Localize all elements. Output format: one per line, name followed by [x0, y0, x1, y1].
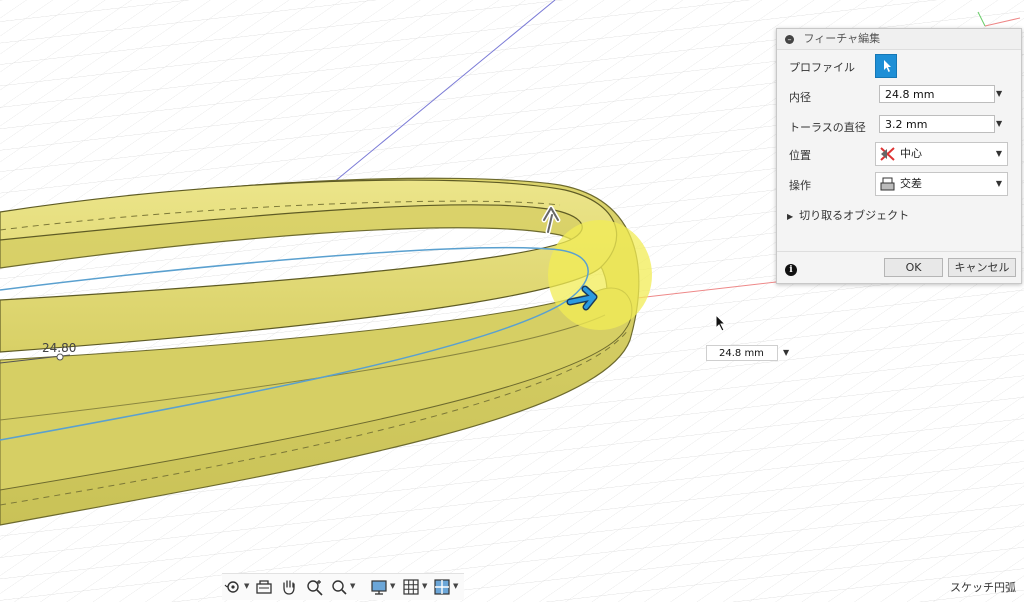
position-select[interactable]: 中心 ▼: [875, 142, 1008, 166]
grid-settings-icon[interactable]: [402, 578, 420, 596]
inner-diameter-row: 内径 24.8 mm ▼: [777, 83, 1021, 109]
torus-diameter-label: トーラスの直径: [789, 121, 866, 134]
orbit-dropdown-icon[interactable]: ▼: [244, 582, 249, 590]
intersect-icon: [880, 177, 895, 191]
objects-to-cut-label: 切り取るオブジェクト: [799, 209, 910, 222]
orbit-icon[interactable]: [224, 578, 242, 596]
navigation-toolbar: ▼ ▼ ▼ ▼ ▼: [222, 573, 464, 600]
position-value: 中心: [900, 147, 922, 160]
operation-value: 交差: [900, 177, 922, 190]
ok-button[interactable]: OK: [884, 258, 943, 277]
torus-preview: [548, 220, 652, 330]
torus-diameter-dropdown-icon[interactable]: ▼: [996, 119, 1002, 128]
collapse-icon[interactable]: –: [785, 34, 794, 44]
display-settings-icon[interactable]: [370, 578, 388, 596]
look-at-icon[interactable]: [255, 578, 273, 596]
objects-to-cut-expander[interactable]: ▶ 切り取るオブジェクト: [787, 207, 909, 223]
viewports-icon[interactable]: [433, 578, 451, 596]
inner-diameter-input[interactable]: 24.8 mm: [879, 85, 995, 103]
operation-label: 操作: [789, 179, 811, 192]
operation-dropdown-icon: ▼: [995, 179, 1002, 188]
zoom-icon[interactable]: [306, 578, 324, 596]
grid-dropdown-icon[interactable]: ▼: [422, 582, 427, 590]
info-icon[interactable]: i: [785, 264, 797, 276]
profile-select-button[interactable]: [875, 54, 897, 78]
inner-diameter-dropdown-icon[interactable]: ▼: [996, 89, 1002, 98]
panel-header: – フィーチャ編集: [777, 29, 1021, 50]
select-arrow-icon: [884, 60, 891, 72]
cancel-button[interactable]: キャンセル: [948, 258, 1016, 277]
display-dropdown-icon[interactable]: ▼: [390, 582, 395, 590]
torus-diameter-row: トーラスの直径 3.2 mm ▼: [777, 113, 1021, 139]
position-label: 位置: [789, 149, 811, 162]
profile-row: プロファイル: [777, 53, 1021, 79]
pan-hand-icon[interactable]: [280, 578, 298, 596]
dimension-input[interactable]: 24.8 mm: [706, 345, 778, 361]
profile-label: プロファイル: [789, 61, 855, 74]
operation-row: 操作 交差 ▼: [777, 171, 1021, 197]
fit-icon[interactable]: [330, 578, 348, 596]
dimension-label: 24.80: [42, 341, 77, 355]
inner-diameter-label: 内径: [789, 91, 811, 104]
operation-select[interactable]: 交差 ▼: [875, 172, 1008, 196]
expand-triangle-icon: ▶: [787, 212, 794, 221]
position-row: 位置 中心 ▼: [777, 141, 1021, 167]
fit-dropdown-icon[interactable]: ▼: [350, 582, 355, 590]
position-dropdown-icon: ▼: [995, 149, 1002, 158]
mouse-cursor-icon: [715, 314, 727, 332]
torus-diameter-input[interactable]: 3.2 mm: [879, 115, 995, 133]
viewports-dropdown-icon[interactable]: ▼: [453, 582, 458, 590]
center-position-icon: [880, 147, 895, 161]
panel-title: フィーチャ編集: [803, 32, 881, 45]
panel-footer: i OK キャンセル: [777, 251, 1021, 284]
dimension-dropdown-icon[interactable]: ▼: [783, 348, 789, 357]
status-text: スケッチ円弧: [950, 581, 1016, 594]
feature-edit-panel: – フィーチャ編集 プロファイル 内径 24.8 mm ▼ トーラスの直径 3.…: [776, 28, 1022, 284]
